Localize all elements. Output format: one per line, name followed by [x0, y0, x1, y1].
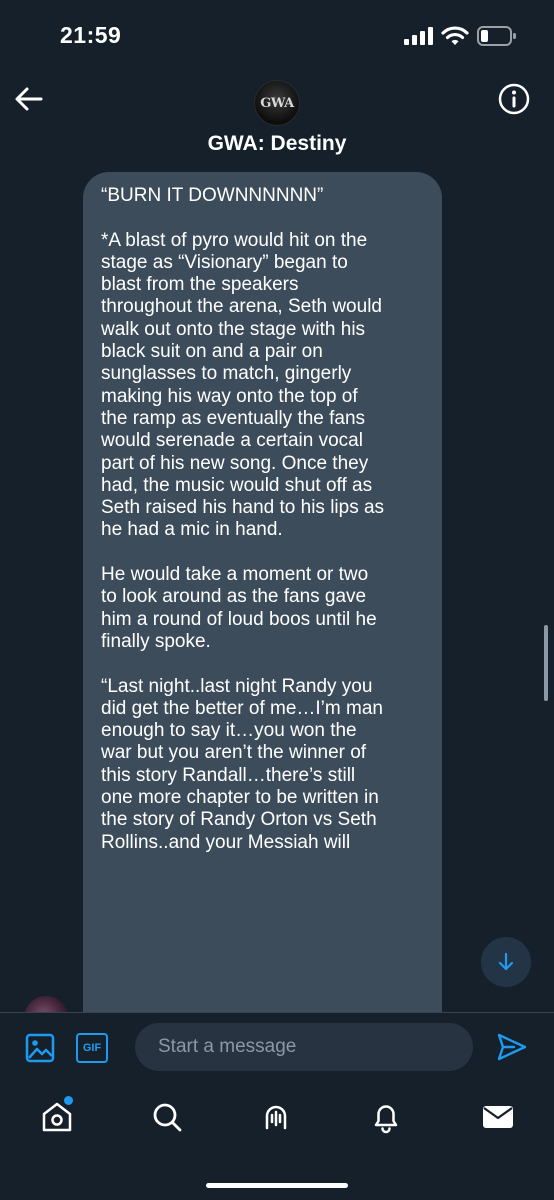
gif-label: GIF: [82, 1042, 102, 1054]
spaces-icon: [265, 1105, 287, 1130]
status-bar: 21:59: [0, 0, 554, 70]
message-bubble[interactable]: “BURN IT DOWNNNNNN” *A blast of pyro wou…: [83, 172, 442, 1012]
tab-messages[interactable]: [481, 1100, 515, 1134]
scroll-to-bottom-button[interactable]: [481, 937, 531, 987]
message-paragraph: “Last night..last night Randy you did ge…: [101, 675, 383, 853]
sender-avatar[interactable]: [24, 996, 68, 1012]
tab-home[interactable]: [40, 1096, 74, 1134]
bottom-tab-bar: [0, 1082, 554, 1200]
bell-icon: [374, 1105, 398, 1134]
home-indicator: [206, 1183, 348, 1188]
wifi-icon: [441, 26, 469, 45]
message-composer: GIF: [0, 1012, 554, 1082]
status-time: 21:59: [60, 22, 122, 48]
group-avatar[interactable]: GWA: [254, 80, 300, 126]
image-icon[interactable]: [25, 1033, 55, 1063]
arrow-down-icon: [498, 952, 514, 971]
search-icon: [153, 1103, 182, 1132]
back-arrow-icon[interactable]: [12, 82, 46, 116]
message-list[interactable]: “BURN IT DOWNNNNNN” *A blast of pyro wou…: [0, 170, 554, 1012]
message-input[interactable]: [135, 1023, 473, 1071]
message-paragraph: He would take a moment or two to look ar…: [101, 564, 377, 652]
scrollbar-thumb[interactable]: [544, 625, 548, 701]
battery-icon: [477, 26, 516, 46]
avatar-logo-text: GWA: [260, 95, 294, 111]
send-icon[interactable]: [496, 1031, 528, 1063]
new-content-dot: [64, 1096, 73, 1105]
signal-icon: [404, 27, 433, 45]
tab-notifications[interactable]: [369, 1100, 403, 1134]
info-icon[interactable]: [497, 82, 531, 116]
tab-search[interactable]: [150, 1100, 184, 1134]
message-paragraph: “BURN IT DOWNNNNNN”: [101, 185, 324, 206]
home-icon: [42, 1102, 72, 1132]
chat-header: GWA GWA: Destiny: [0, 70, 554, 170]
envelope-icon: [483, 1106, 513, 1128]
chat-title: GWA: Destiny: [207, 132, 347, 155]
message-paragraph: *A blast of pyro would hit on the stage …: [101, 229, 385, 541]
tab-spaces[interactable]: [259, 1100, 293, 1134]
gif-icon[interactable]: GIF: [76, 1033, 108, 1063]
